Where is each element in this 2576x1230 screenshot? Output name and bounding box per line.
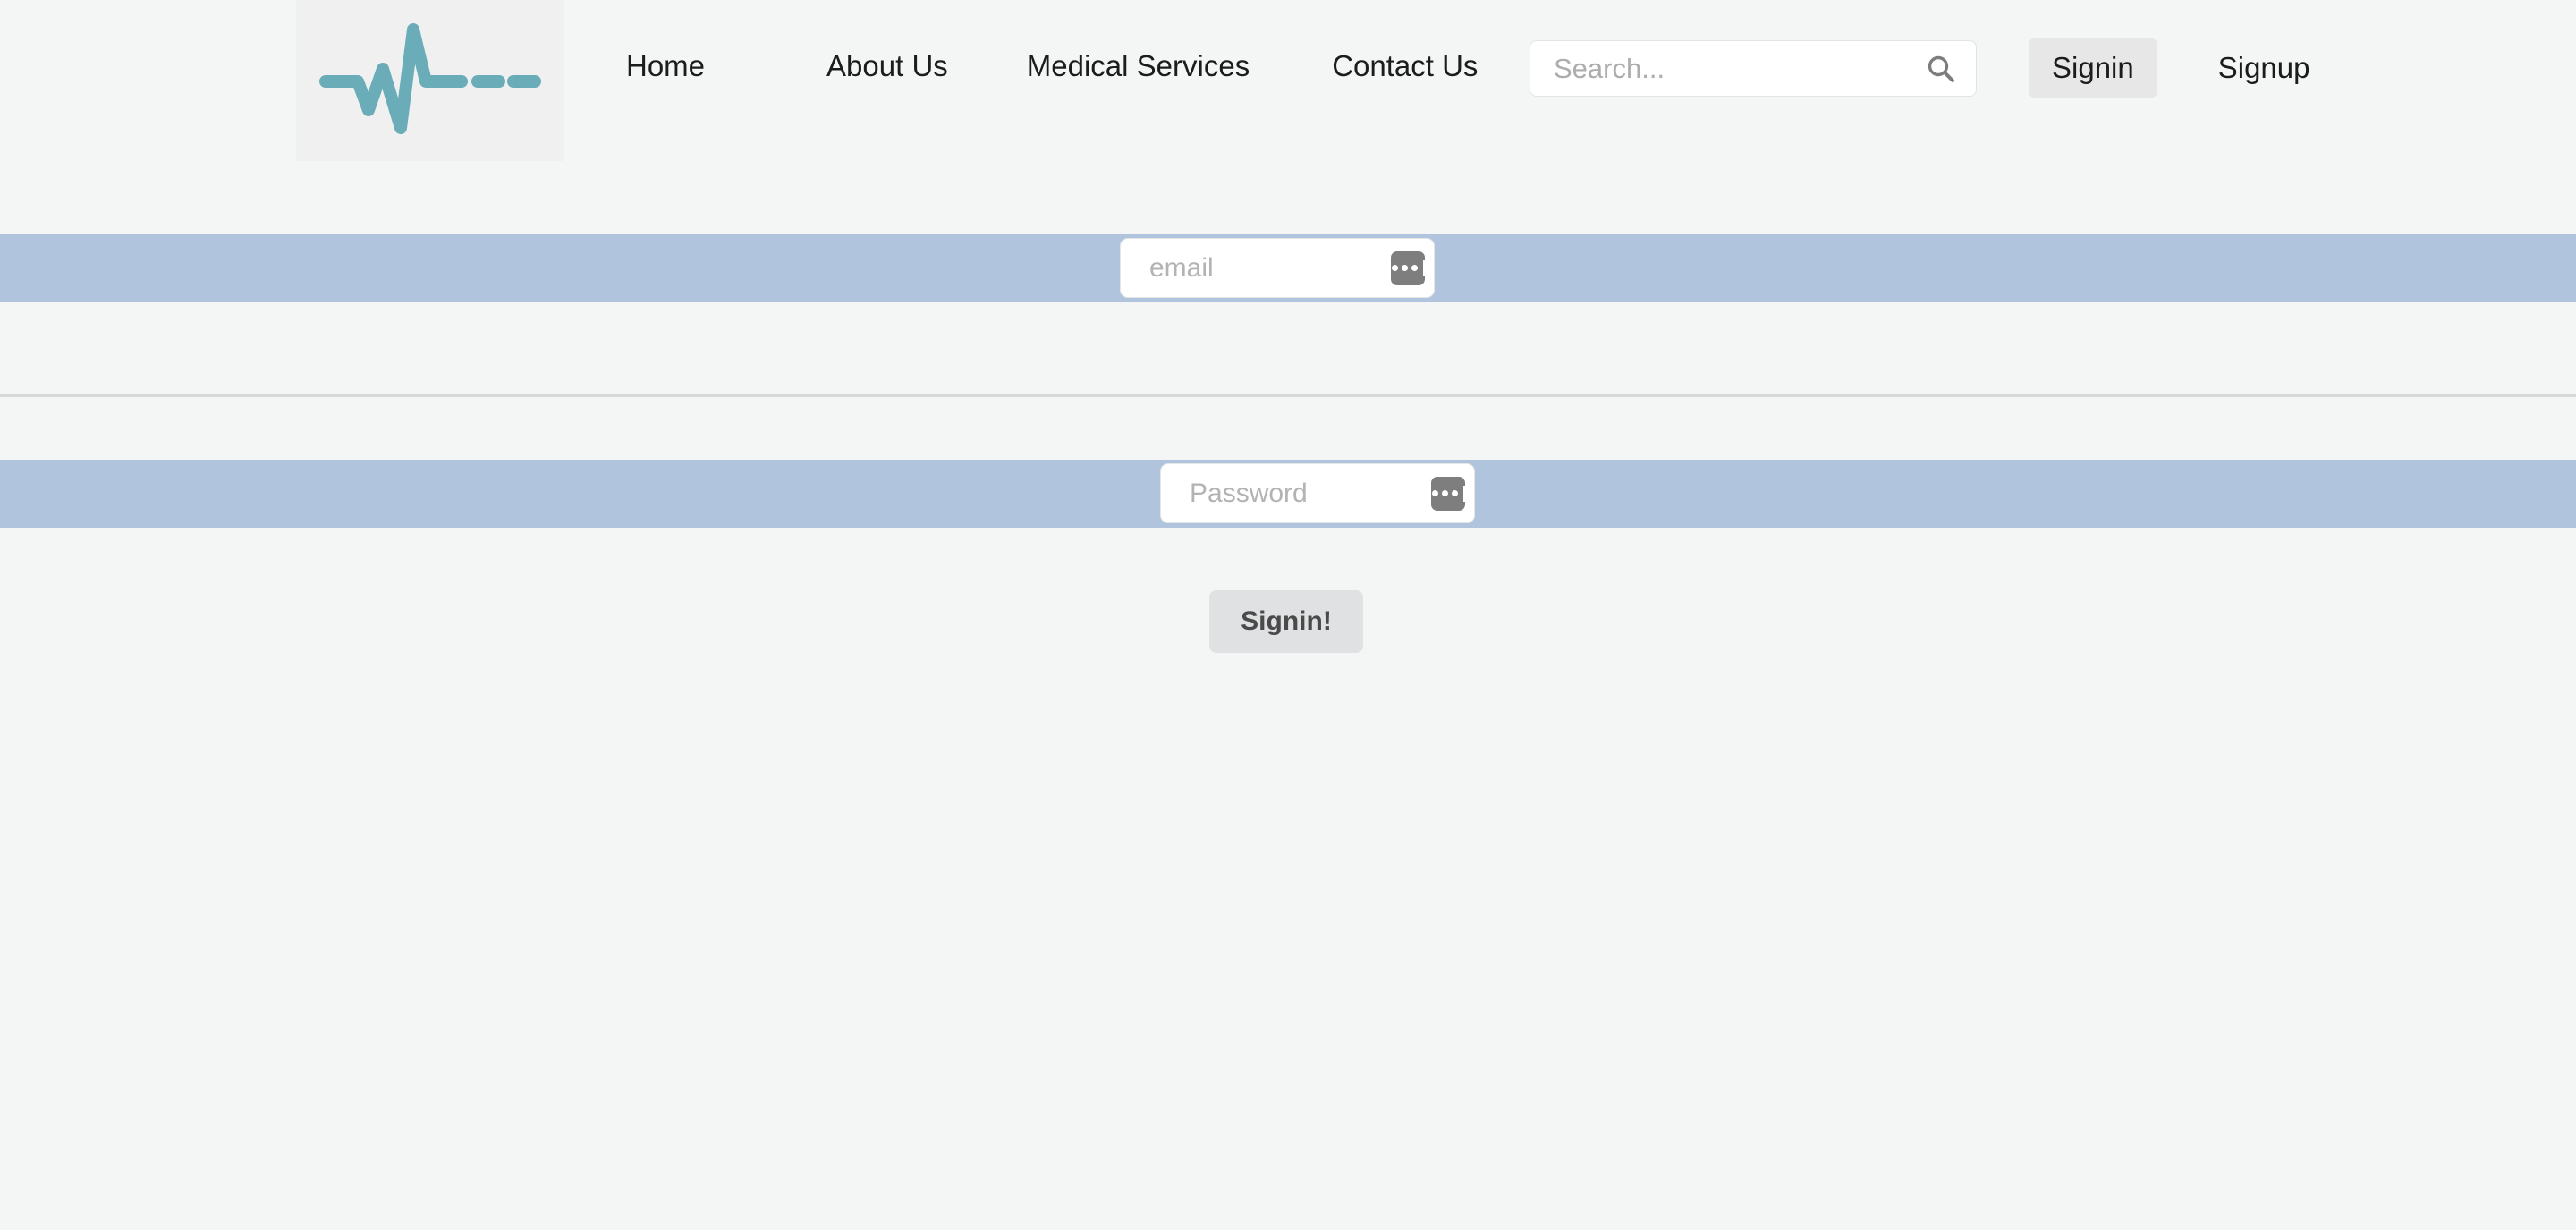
autofill-dots-icon[interactable] (1431, 476, 1465, 511)
search-box[interactable] (1530, 40, 1977, 97)
nav-item-about-us[interactable]: About Us (826, 48, 948, 84)
heartbeat-ekg-icon (318, 21, 542, 141)
email-field-wrapper[interactable] (1120, 238, 1435, 298)
email-input[interactable] (1149, 252, 1391, 284)
autofill-caret (1462, 485, 1465, 502)
form-divider (0, 394, 2576, 397)
password-input[interactable] (1190, 478, 1431, 509)
autofill-dot (1401, 265, 1408, 271)
autofill-dots-icon[interactable] (1391, 250, 1425, 285)
signin-nav-button[interactable]: Signin (2029, 38, 2157, 98)
search-icon[interactable] (1926, 54, 1956, 84)
main-navigation: Home About Us Medical Services Contact U… (626, 48, 1478, 84)
search-input[interactable] (1554, 52, 1926, 85)
autofill-dot (1391, 265, 1398, 271)
nav-item-contact-us[interactable]: Contact Us (1332, 48, 1478, 84)
autofill-caret (1422, 259, 1425, 276)
site-header: Home About Us Medical Services Contact U… (0, 0, 2576, 215)
autofill-dot (1451, 490, 1458, 496)
signup-nav-button[interactable]: Signup (2195, 38, 2334, 98)
auth-buttons: Signin Signup (2029, 38, 2334, 98)
autofill-dot (1441, 490, 1448, 496)
nav-item-medical-services[interactable]: Medical Services (1027, 48, 1250, 84)
autofill-dot (1411, 265, 1418, 271)
password-field-wrapper[interactable] (1160, 463, 1475, 523)
signin-page: Home About Us Medical Services Contact U… (0, 0, 2576, 1230)
site-logo[interactable] (296, 0, 564, 161)
signin-submit-button[interactable]: Signin! (1209, 590, 1363, 653)
autofill-dot (1431, 490, 1438, 496)
nav-item-home[interactable]: Home (626, 48, 705, 84)
